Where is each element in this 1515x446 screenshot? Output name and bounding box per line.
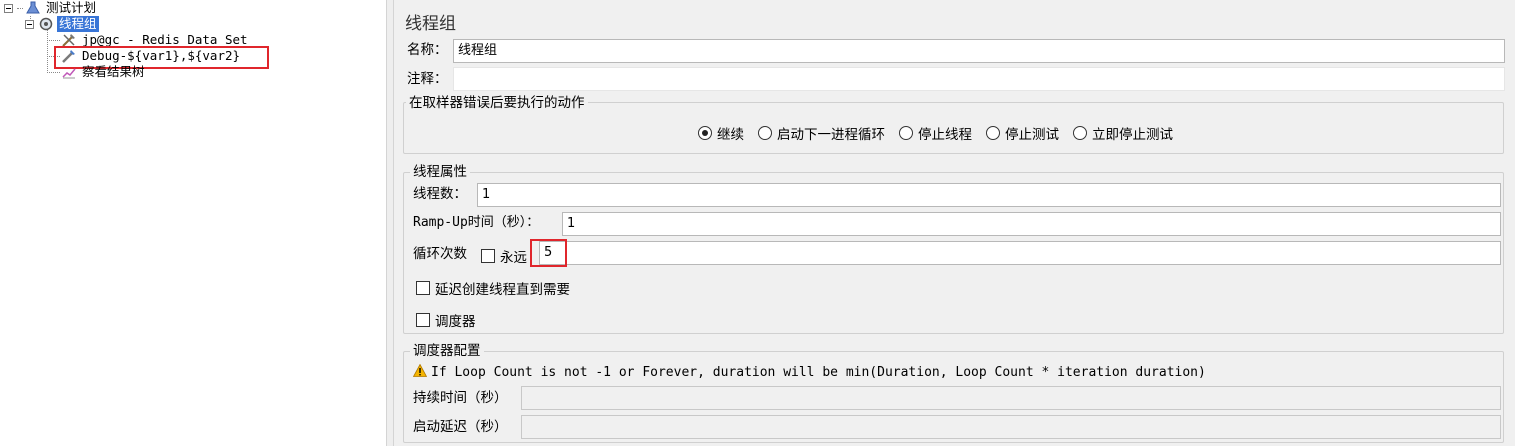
radio-label: 启动下一进程循环 bbox=[777, 127, 885, 143]
comment-field[interactable] bbox=[453, 67, 1505, 91]
startup-delay-field[interactable] bbox=[521, 415, 1501, 439]
threads-field[interactable]: 1 bbox=[477, 183, 1501, 207]
collapse-toggle-icon[interactable] bbox=[25, 19, 34, 29]
tree-guide-line bbox=[47, 40, 60, 41]
rampup-label: Ramp-Up时间（秒）： bbox=[413, 215, 540, 230]
tree-item-label: 测试计划 bbox=[46, 0, 97, 15]
radio-icon bbox=[1073, 126, 1087, 140]
page-title: 线程组 bbox=[405, 14, 456, 34]
thread-properties-title: 线程属性 bbox=[410, 163, 470, 181]
gear-icon bbox=[38, 16, 54, 32]
checkbox-icon bbox=[416, 281, 430, 295]
delay-thread-creation-checkbox[interactable]: 延迟创建线程直到需要 bbox=[416, 278, 570, 298]
rampup-field[interactable]: 1 bbox=[562, 212, 1501, 236]
checkbox-icon bbox=[416, 313, 430, 327]
radio-label: 立即停止测试 bbox=[1092, 127, 1173, 143]
sampler-error-title: 在取样器错误后要执行的动作 bbox=[406, 94, 588, 112]
radio-icon bbox=[758, 126, 772, 140]
forever-label: 永远 bbox=[500, 250, 527, 266]
collapse-toggle-icon[interactable] bbox=[4, 3, 13, 13]
radio-selected-icon bbox=[698, 126, 712, 140]
radio-start-next-loop[interactable]: 启动下一进程循环 bbox=[758, 123, 885, 143]
loop-count-field[interactable]: 5 bbox=[539, 241, 1501, 265]
thread-group-panel: 线程组 名称： 线程组 注释： 在取样器错误后要执行的动作 继续 启动下一进程循… bbox=[394, 0, 1515, 446]
warning-text: If Loop Count is not -1 or Forever, dura… bbox=[431, 365, 1206, 380]
tree-item-label: 线程组 bbox=[57, 16, 99, 32]
startup-delay-label: 启动延迟（秒） bbox=[413, 419, 508, 435]
radio-continue[interactable]: 继续 bbox=[698, 123, 744, 143]
radio-stop-test-now[interactable]: 立即停止测试 bbox=[1073, 123, 1173, 143]
forever-checkbox[interactable]: 永远 bbox=[481, 246, 527, 266]
radio-icon bbox=[899, 126, 913, 140]
scheduler-label: 调度器 bbox=[435, 314, 476, 330]
tree-guide-line bbox=[47, 72, 60, 73]
duration-field[interactable] bbox=[521, 386, 1501, 410]
tree-item-label: 察看结果树 bbox=[82, 64, 145, 79]
name-label: 名称： bbox=[407, 42, 448, 58]
loop-count-label: 循环次数 bbox=[413, 246, 467, 262]
radio-label: 继续 bbox=[717, 127, 744, 143]
highlight-box bbox=[530, 239, 567, 267]
flask-icon bbox=[25, 0, 41, 16]
radio-label: 停止测试 bbox=[1005, 127, 1059, 143]
radio-stop-thread[interactable]: 停止线程 bbox=[899, 123, 972, 143]
radio-label: 停止线程 bbox=[918, 127, 972, 143]
scheduler-warning: If Loop Count is not -1 or Forever, dura… bbox=[412, 363, 1206, 381]
test-plan-tree: 测试计划 线程组 jp@gc - Redis Data Set Debug-${… bbox=[0, 0, 386, 446]
scheduler-checkbox[interactable]: 调度器 bbox=[416, 310, 476, 330]
name-field[interactable]: 线程组 bbox=[453, 39, 1505, 63]
duration-label: 持续时间（秒） bbox=[413, 390, 508, 406]
tree-item-thread-group[interactable]: 线程组 bbox=[25, 16, 99, 32]
radio-stop-test[interactable]: 停止测试 bbox=[986, 123, 1059, 143]
thread-properties-group: 线程属性 线程数： 1 Ramp-Up时间（秒）： 1 循环次数 永远 5 延迟… bbox=[403, 163, 1504, 334]
tree-item-test-plan[interactable]: 测试计划 bbox=[4, 0, 98, 16]
checkbox-icon bbox=[481, 249, 495, 263]
radio-icon bbox=[986, 126, 1000, 140]
scheduler-config-group: 调度器配置 If Loop Count is not -1 or Forever… bbox=[403, 342, 1504, 443]
warning-icon bbox=[412, 363, 428, 381]
scheduler-config-title: 调度器配置 bbox=[410, 342, 484, 360]
sampler-error-group: 在取样器错误后要执行的动作 继续 启动下一进程循环 停止线程 停止测试 立即停止… bbox=[403, 94, 1504, 154]
sampler-error-options: 继续 启动下一进程循环 停止线程 停止测试 立即停止测试 bbox=[698, 123, 1187, 143]
comment-label: 注释： bbox=[407, 71, 448, 87]
threads-label: 线程数： bbox=[413, 186, 467, 202]
delay-label: 延迟创建线程直到需要 bbox=[435, 282, 570, 298]
tree-guide-line bbox=[47, 29, 48, 73]
chart-icon bbox=[61, 64, 77, 80]
split-pane-divider[interactable] bbox=[386, 0, 394, 446]
tree-item-view-results-tree[interactable]: 察看结果树 bbox=[61, 64, 147, 80]
